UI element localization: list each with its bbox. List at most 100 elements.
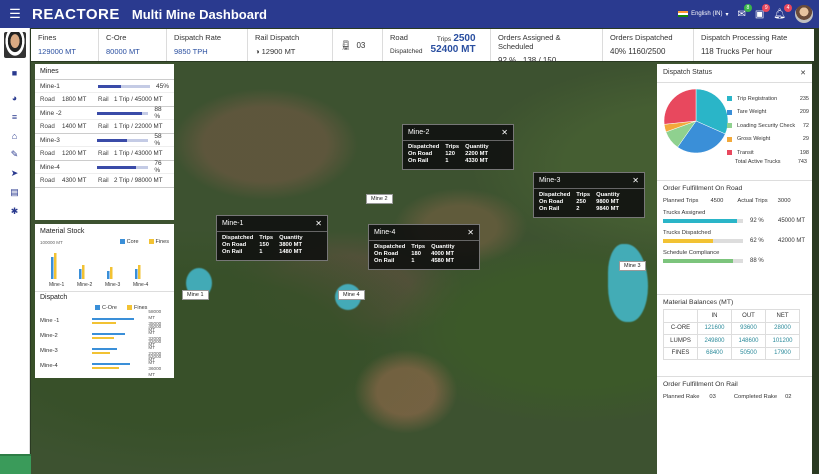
mine-transport-row: Road 1800 MT Rail 1 Trip / 45000 MT [35,93,174,107]
dispatch-status-item[interactable]: Transit 198 [727,146,809,160]
language-selector[interactable]: English (IN) ▾ [678,11,728,18]
dispatch-status-pie [663,88,729,154]
settings-icon[interactable]: ✱ [0,202,30,221]
popup-mine-4: Mine-4 ✕ Dispatched Trips Quantity On Road 1… [368,224,480,270]
dispatch-status-item[interactable]: Tare Weight 209 [727,106,809,120]
popup-header: Quantity [596,192,620,198]
dispatch-mine-name: Mine-4 [40,362,58,369]
balance-value: 101200 [765,334,800,348]
mine-name: Mine -2 [40,109,62,117]
section-title: Material Balances (MT) [663,299,734,306]
map-tag-mine-2[interactable]: Mine 2 [366,194,393,204]
popup-cell: On Rail [539,206,560,212]
mine-transport-row: Road 1400 MT Rail 1 Trip / 22000 MT [35,120,174,134]
progress-label: Trucks Assigned [663,210,706,216]
wrench-icon[interactable]: ✎ [0,145,30,164]
dispatch-values: 52000 MT 36000 MT [148,354,169,378]
popup-cell: On Road [408,151,433,157]
pie-slice[interactable] [663,88,697,125]
balance-value: 68400 [697,346,732,360]
road-value: 1200 MT [62,150,87,157]
mine-row[interactable]: Mine-3 58 % [35,133,174,147]
user-avatar[interactable] [795,5,813,23]
profile-avatar[interactable] [3,32,26,58]
popup-header: Trips [259,235,274,241]
legend-fines: Fines [126,305,147,311]
mines-panel: Mines Mine-1 45% Road 1800 MT Rail 1 Trip / 4… [35,64,174,220]
image-icon[interactable]: ▤ [0,183,30,202]
kpi-core: C-Ore 80000 MT [99,29,167,61]
legend-swatch [727,136,732,142]
total-value: 743 [797,159,807,165]
gauge-icon[interactable]: ◕ [0,88,30,107]
map-tag-mine-4[interactable]: Mine 4 [338,290,365,300]
status-value: 209 [799,109,809,116]
mine-progress-fill [97,111,143,115]
mine-pct: 76 % [154,160,162,174]
rail-value: 1 Trip / 43000 MT [114,150,163,157]
kpi-label: Orders Assigned & Scheduled [498,33,561,51]
legend-swatch [727,96,732,102]
rail-value: 2 Trip / 98000 MT [114,177,163,184]
message-icon[interactable]: ✉ 8 [737,3,752,20]
map-tag-mine-3[interactable]: Mine 3 [619,261,646,271]
dispatch-status-item[interactable]: Gross Weight 29 [727,133,809,147]
mines-list: Mine-1 45% Road 1800 MT Rail 1 Trip / 45000 M… [35,80,174,188]
home-icon[interactable]: ⌂ [0,126,30,145]
rail-label: Rail [98,123,109,130]
map-tag-mine-1[interactable]: Mine 1 [182,290,209,300]
stock-bar-fines [110,267,113,279]
list-icon[interactable]: ≡ [0,107,30,126]
popup-table: Dispatched Trips Quantity On Road 150 3800 M… [222,235,309,256]
balance-value: 93600 [731,321,766,335]
close-icon[interactable]: ✕ [800,69,806,77]
mine-row[interactable]: Mine-4 76 % [35,160,174,174]
menu-icon[interactable]: ☰ [0,0,30,28]
popup-mine-1: Mine-1 ✕ Dispatched Trips Quantity On Road 1… [216,215,328,261]
mine-row[interactable]: Mine-1 45% [35,80,174,93]
bell-icon[interactable]: 🔔︎ 4 [773,3,792,20]
road-fulfillment-section: Order Fulfillment On Road Planned Trips … [657,180,812,308]
kpi-value: 80000 MT [106,47,140,56]
dispatch-status-legend: Trip Registration 235 Tare Weight 209 Loadin… [727,92,809,160]
status-label: Transit [737,149,754,156]
road-dispatched-label: Dispatched [390,48,423,55]
mine-transport-row: Road 1200 MT Rail 1 Trip / 43000 MT [35,147,174,161]
dispatch-bar-fines [91,321,116,324]
rail-label: Rail [98,150,109,157]
road-value: 1800 MT [62,96,87,103]
kpi-value: 40% 1160/2500 [610,47,666,56]
dispatch-status-header: Dispatch Status ✕ [657,64,812,83]
alert-badge: 9 [762,3,771,12]
dispatch-status-item[interactable]: Loading Security Check 72 [727,119,809,133]
mine-row[interactable]: Mine -2 88 % [35,106,174,120]
legend-swatch [727,150,732,156]
material-stock-panel: Material Stock 100000 MT Core Fines Mine… [35,224,174,378]
alert-icon[interactable]: ▣ 9 [755,3,771,20]
balance-row: FINES 68400 50500 17900 [663,346,800,360]
road-trips-label: Trips [436,36,452,43]
close-icon[interactable]: ✕ [315,219,322,228]
actual-trips-value: 3000 [777,198,791,204]
popup-table: Dispatched Trips Quantity On Road 120 2200 M… [408,144,495,165]
kpi-label: Dispatch Processing Rate [701,33,788,42]
dispatch-status-item[interactable]: Trip Registration 235 [727,92,809,106]
legend-swatch [727,109,732,115]
kpi-label: Fines [38,33,57,42]
progress-fill [663,219,737,223]
close-icon[interactable]: ✕ [632,176,639,185]
mine-3-zone[interactable] [608,244,648,322]
close-icon[interactable]: ✕ [501,128,508,137]
send-icon[interactable]: ➤ [0,164,30,183]
popup-cell: 2200 MT [465,151,488,157]
dispatch-fines-value: 36000 MT [148,365,162,377]
status-label: Gross Weight [737,136,771,143]
stock-bar-fines [54,253,57,279]
popup-title: Mine-1 [222,220,244,227]
status-value: 198 [799,149,809,156]
close-icon[interactable]: ✕ [467,228,474,237]
kpi-fines: Fines 129000 MT [31,29,99,61]
mine-pct: 45% [156,82,170,90]
dashboard-icon[interactable]: ■ [0,63,30,82]
dispatch-bar-core [91,362,131,365]
